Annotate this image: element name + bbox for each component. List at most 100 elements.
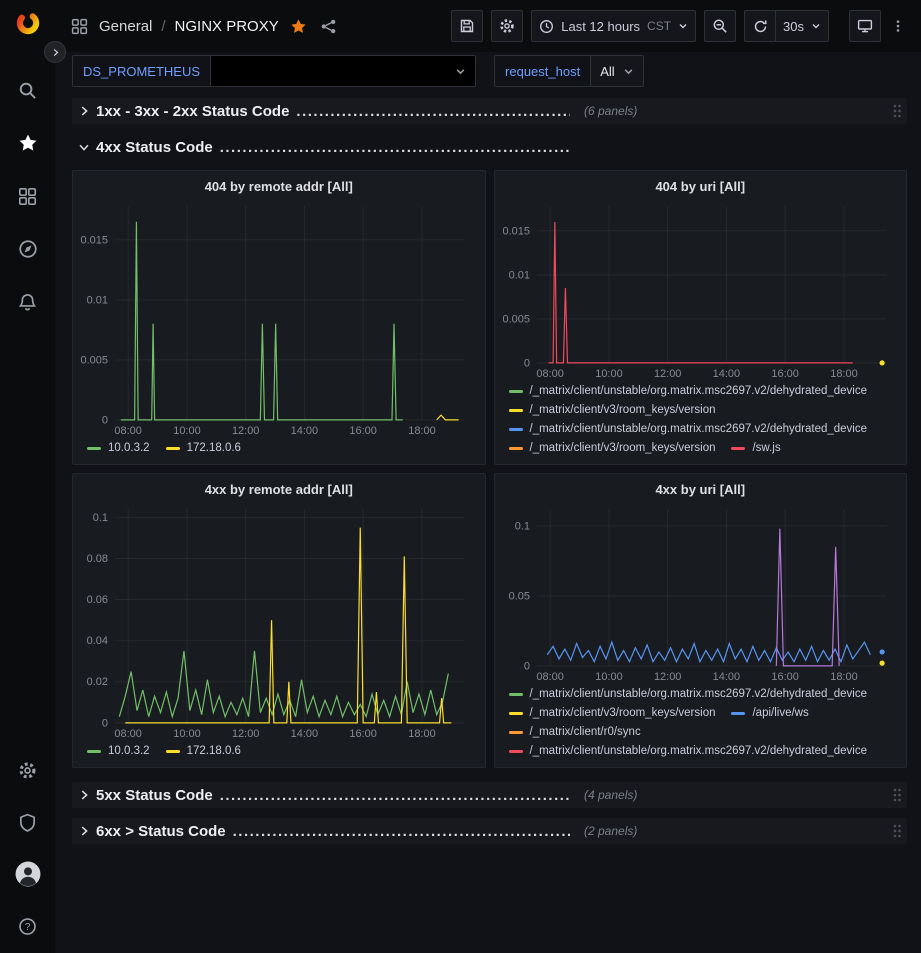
row-title: 6xx > Status Code [96, 823, 226, 840]
svg-text:18:00: 18:00 [408, 728, 435, 740]
top-navbar: General / NGINX PROXY [55, 0, 921, 52]
svg-text:?: ? [25, 922, 31, 933]
panel-title[interactable]: 4xx by uri [All] [495, 477, 907, 499]
profile-button[interactable] [15, 861, 41, 887]
share-button[interactable] [318, 16, 339, 37]
legend-item[interactable]: /_matrix/client/unstable/org.matrix.msc2… [509, 421, 868, 437]
server-admin-button[interactable] [15, 809, 41, 835]
legend-label: /sw.js [752, 440, 780, 456]
request-host-variable-label[interactable]: request_host [494, 55, 591, 87]
sidebar-bottom-group: ? [15, 757, 41, 939]
legend-item[interactable]: /_matrix/client/unstable/org.matrix.msc2… [509, 383, 868, 399]
legend-swatch [509, 750, 523, 753]
sidebar-expand-button[interactable] [44, 41, 66, 63]
row-1xx-3xx-2xx[interactable]: 1xx - 3xx - 2xx Status Code ............… [72, 98, 907, 124]
panel-title[interactable]: 404 by remote addr [All] [73, 174, 485, 196]
svg-text:14:00: 14:00 [291, 425, 318, 437]
legend-item[interactable]: /sw.js [731, 440, 780, 456]
zoom-out-time-button[interactable] [704, 10, 736, 42]
chevron-down-icon [811, 21, 821, 31]
cycle-view-mode-button[interactable] [849, 10, 881, 42]
row-4xx[interactable]: 4xx Status Code ........................… [72, 134, 907, 160]
row-drag-handle[interactable] [892, 823, 902, 839]
starred-dashboards-button[interactable] [15, 130, 41, 156]
help-button[interactable]: ? [15, 913, 41, 939]
time-series-plot[interactable]: 00.050.108:0010:0012:0014:0016:0018:00 [497, 501, 899, 684]
dashboard-title[interactable]: NGINX PROXY [175, 18, 279, 35]
refresh-button[interactable] [744, 10, 776, 42]
explore-button[interactable] [15, 236, 41, 262]
dashboards-button[interactable] [15, 183, 41, 209]
row-6xx[interactable]: 6xx > Status Code ......................… [72, 818, 907, 844]
bell-icon [18, 293, 37, 312]
svg-text:08:00: 08:00 [114, 425, 141, 437]
legend-item[interactable]: 172.18.0.6 [166, 743, 241, 759]
svg-text:10:00: 10:00 [595, 671, 622, 683]
panel-title[interactable]: 4xx by remote addr [All] [73, 477, 485, 499]
svg-text:0: 0 [102, 717, 108, 729]
refresh-interval-select[interactable]: 30s [776, 10, 829, 42]
star-filled-icon [290, 18, 307, 35]
legend-item[interactable]: /_matrix/client/unstable/org.matrix.msc2… [509, 743, 868, 759]
panel-404-by-remote-addr: 404 by remote addr [All] 00.0050.010.015… [72, 170, 486, 465]
row-leader-dots: ........................................… [233, 823, 570, 840]
legend-item[interactable]: /_matrix/client/r0/sync [509, 724, 641, 740]
time-series-plot[interactable]: 00.020.040.060.080.108:0010:0012:0014:00… [75, 501, 477, 741]
time-series-plot[interactable]: 00.0050.010.01508:0010:0012:0014:0016:00… [497, 198, 899, 381]
svg-text:08:00: 08:00 [536, 368, 563, 380]
alerting-button[interactable] [15, 289, 41, 315]
legend-item[interactable]: 10.0.3.2 [87, 440, 150, 456]
chevron-right-icon [77, 788, 91, 802]
time-series-plot[interactable]: 00.0050.010.01508:0010:0012:0014:0016:00… [75, 198, 477, 438]
save-dashboard-button[interactable] [451, 10, 483, 42]
legend-label: /_matrix/client/unstable/org.matrix.msc2… [530, 743, 868, 759]
datasource-variable-label[interactable]: DS_PROMETHEUS [72, 55, 211, 87]
favorite-star-button[interactable] [288, 16, 309, 37]
svg-text:14:00: 14:00 [291, 728, 318, 740]
svg-text:0.1: 0.1 [514, 520, 529, 532]
legend-label: /_matrix/client/v3/room_keys/version [530, 440, 716, 456]
legend-item[interactable]: /api/live/ws [731, 705, 808, 721]
refresh-icon [753, 19, 768, 34]
grafana-logo[interactable] [15, 10, 41, 36]
svg-text:18:00: 18:00 [830, 671, 857, 683]
row-5xx[interactable]: 5xx Status Code ........................… [72, 782, 907, 808]
row-title-group: 4xx Status Code ........................… [96, 139, 570, 156]
svg-text:10:00: 10:00 [173, 425, 200, 437]
time-range-picker[interactable]: Last 12 hours CST [531, 10, 696, 42]
svg-text:0.015: 0.015 [81, 234, 108, 246]
search-button[interactable] [15, 77, 41, 103]
dashboards-grid-icon [18, 187, 37, 206]
sidebar-top-group [15, 10, 41, 315]
row-drag-handle[interactable] [892, 103, 902, 119]
legend-item[interactable]: 172.18.0.6 [166, 440, 241, 456]
legend-item[interactable]: /_matrix/client/unstable/org.matrix.msc2… [509, 686, 868, 702]
more-options-button[interactable] [889, 16, 907, 36]
svg-text:0.01: 0.01 [508, 269, 529, 281]
request-host-variable: request_host All [494, 55, 644, 87]
svg-text:12:00: 12:00 [653, 671, 680, 683]
save-icon [459, 18, 475, 34]
search-icon [18, 81, 37, 100]
svg-text:16:00: 16:00 [771, 671, 798, 683]
breadcrumb-separator: / [161, 18, 165, 35]
breadcrumb-section[interactable]: General [99, 18, 152, 35]
help-icon: ? [18, 917, 37, 936]
dashboard-settings-button[interactable] [491, 10, 523, 42]
request-host-variable-value[interactable]: All [591, 55, 643, 87]
settings-button[interactable] [15, 757, 41, 783]
svg-text:0.02: 0.02 [87, 676, 108, 688]
legend-swatch [509, 409, 523, 412]
legend-item[interactable]: /_matrix/client/v3/room_keys/version [509, 402, 716, 418]
chart-legend: 10.0.3.2 172.18.0.6 [73, 438, 485, 462]
grafana-app: ? General / [0, 0, 921, 953]
row-4xx-panels: 404 by remote addr [All] 00.0050.010.015… [72, 170, 907, 768]
legend-item[interactable]: /_matrix/client/v3/room_keys/version [509, 705, 716, 721]
row-title-group: 1xx - 3xx - 2xx Status Code ............… [96, 103, 570, 120]
panel-title[interactable]: 404 by uri [All] [495, 174, 907, 196]
datasource-variable-value[interactable] [211, 55, 476, 87]
legend-item[interactable]: 10.0.3.2 [87, 743, 150, 759]
chevron-down-icon [623, 66, 634, 77]
legend-item[interactable]: /_matrix/client/v3/room_keys/version [509, 440, 716, 456]
row-drag-handle[interactable] [892, 787, 902, 803]
